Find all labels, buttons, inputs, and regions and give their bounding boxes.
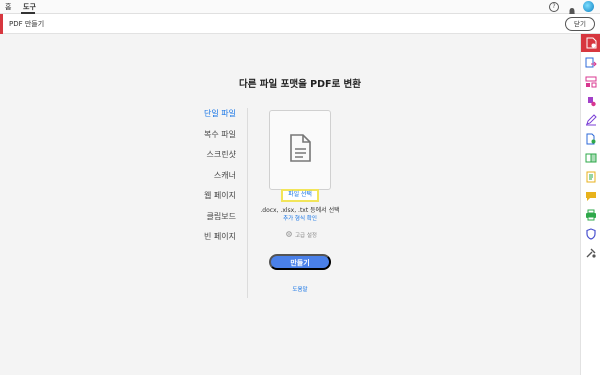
organize-pages-icon[interactable] (584, 75, 598, 89)
option-scanner[interactable]: 스캐너 (160, 170, 236, 191)
create-pdf-icon[interactable] (581, 34, 600, 52)
gear-icon (286, 231, 292, 239)
avatar[interactable] (583, 1, 594, 12)
fill-sign-icon[interactable] (584, 113, 598, 127)
comment-icon[interactable] (584, 94, 598, 108)
create-button[interactable]: 만들기 (269, 254, 331, 270)
nav-tools[interactable]: 도구 (23, 2, 36, 12)
select-file-button[interactable]: 파일 선택 (281, 189, 319, 202)
tool-header: PDF 만들기 닫기 (0, 14, 600, 34)
edit-pdf-icon[interactable] (584, 170, 598, 184)
option-blank-page[interactable]: 빈 페이지 (160, 231, 236, 252)
help-link[interactable]: 도움말 (250, 285, 350, 293)
option-web-page[interactable]: 웹 페이지 (160, 190, 236, 211)
scan-ocr-icon[interactable] (584, 132, 598, 146)
vertical-divider (247, 108, 248, 298)
option-single-file[interactable]: 단일 파일 (160, 108, 236, 129)
comments-icon[interactable] (584, 189, 598, 203)
help-icon[interactable]: ? (549, 2, 559, 12)
option-clipboard[interactable]: 클립보드 (160, 211, 236, 232)
page-title: 다른 파일 포맷을 PDF로 변환 (239, 79, 361, 90)
print-production-icon[interactable] (584, 208, 598, 222)
conversion-type-list: 단일 파일 복수 파일 스크린샷 스캐너 웹 페이지 클립보드 빈 페이지 (160, 108, 236, 252)
nav-home[interactable]: 홈 (5, 2, 11, 12)
tool-title: PDF 만들기 (9, 20, 45, 28)
top-nav: 홈 도구 ? (0, 0, 600, 17)
document-icon (289, 134, 311, 166)
export-pdf-icon[interactable] (584, 56, 598, 70)
more-formats-link[interactable]: 추가 형식 확인 (250, 214, 350, 222)
more-tools-icon[interactable] (584, 246, 598, 260)
compare-icon[interactable] (584, 151, 598, 165)
tools-rail (580, 34, 600, 375)
option-multiple-files[interactable]: 복수 파일 (160, 129, 236, 150)
protect-icon[interactable] (584, 227, 598, 241)
close-button[interactable]: 닫기 (565, 17, 595, 31)
bell-icon[interactable] (567, 2, 577, 17)
tool-accent-bar (0, 14, 3, 34)
advanced-settings-label: 고급 설정 (295, 233, 317, 239)
option-screenshot[interactable]: 스크린샷 (160, 149, 236, 170)
advanced-settings[interactable]: 고급 설정 (286, 231, 317, 239)
file-type-hint: .docx, .xlsx, .txt 등에서 선택 (260, 207, 340, 214)
